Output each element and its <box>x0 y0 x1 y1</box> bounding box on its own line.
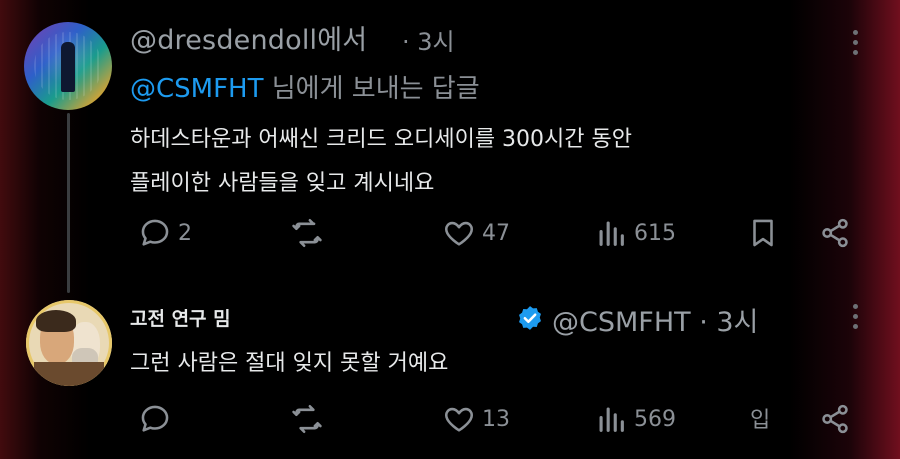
tweet-body-line: 플레이한 사람들을 잊고 계시네요 <box>130 171 435 196</box>
reply-icon <box>141 219 169 246</box>
like-count: 47 <box>482 220 510 246</box>
heart-icon <box>445 221 473 246</box>
view-count: 569 <box>634 406 676 432</box>
avatar-hair <box>36 310 76 332</box>
tweet-actions: 2 47 615 <box>130 216 870 260</box>
thread-connector-line <box>67 113 70 293</box>
tweet-body: 그런 사람은 절대 잊지 못할 거예요 <box>130 351 449 376</box>
views-button[interactable]: 569 <box>594 402 676 436</box>
views-button[interactable]: 615 <box>594 216 676 250</box>
reply-mention-link[interactable]: @CSMFHT <box>130 74 263 104</box>
avatar[interactable] <box>24 22 112 110</box>
verified-badge-icon <box>519 306 541 330</box>
tweet-body-line: 하데스타운과 어쌔신 크리드 오디세이를 300시간 동안 <box>130 127 632 152</box>
reply-button[interactable]: 2 <box>138 216 192 250</box>
reply-icon <box>141 405 169 432</box>
reply-to-line: @CSMFHT 님에게 보내는 답글 <box>130 68 480 105</box>
author-handle-and-time[interactable]: @CSMFHT · 3시 <box>552 300 758 339</box>
views-icon <box>599 221 624 246</box>
heart-icon <box>445 407 473 432</box>
avatar[interactable] <box>26 300 112 386</box>
views-icon <box>599 407 624 432</box>
share-icon <box>822 218 848 248</box>
bookmark-label: 입 <box>750 408 771 433</box>
view-count: 615 <box>634 220 676 246</box>
avatar-figure <box>61 42 75 92</box>
like-button[interactable]: 13 <box>442 402 510 436</box>
timestamp[interactable]: · 3시 <box>402 22 455 57</box>
tweet-body: 하데스타운과 어쌔신 크리드 오디세이를 300시간 동안 플레이한 사람들을 … <box>130 118 632 206</box>
avatar-clothing <box>34 362 104 386</box>
like-button[interactable]: 47 <box>442 216 510 250</box>
reply-button[interactable] <box>138 402 178 436</box>
bookmark-icon <box>753 219 773 247</box>
retweet-button[interactable] <box>290 216 330 250</box>
share-button[interactable] <box>818 402 852 436</box>
retweet-button[interactable] <box>290 402 330 436</box>
author-handle[interactable]: @dresdendoll에서 <box>130 18 367 57</box>
retweet-icon <box>292 404 322 434</box>
reply-count: 2 <box>178 220 192 246</box>
more-options-icon[interactable] <box>853 30 859 60</box>
retweet-icon <box>292 218 322 248</box>
tweet-actions: 13 569 입 <box>130 402 870 446</box>
author-name[interactable]: 고전 연구 밈 <box>130 304 231 331</box>
more-options-icon[interactable] <box>853 304 859 334</box>
reply-to-label: 님에게 보내는 답글 <box>263 74 480 104</box>
share-button[interactable] <box>818 216 852 250</box>
bookmark-button[interactable]: 입 <box>750 402 770 434</box>
share-icon <box>822 404 848 434</box>
like-count: 13 <box>482 406 510 432</box>
bookmark-button[interactable] <box>746 216 780 250</box>
